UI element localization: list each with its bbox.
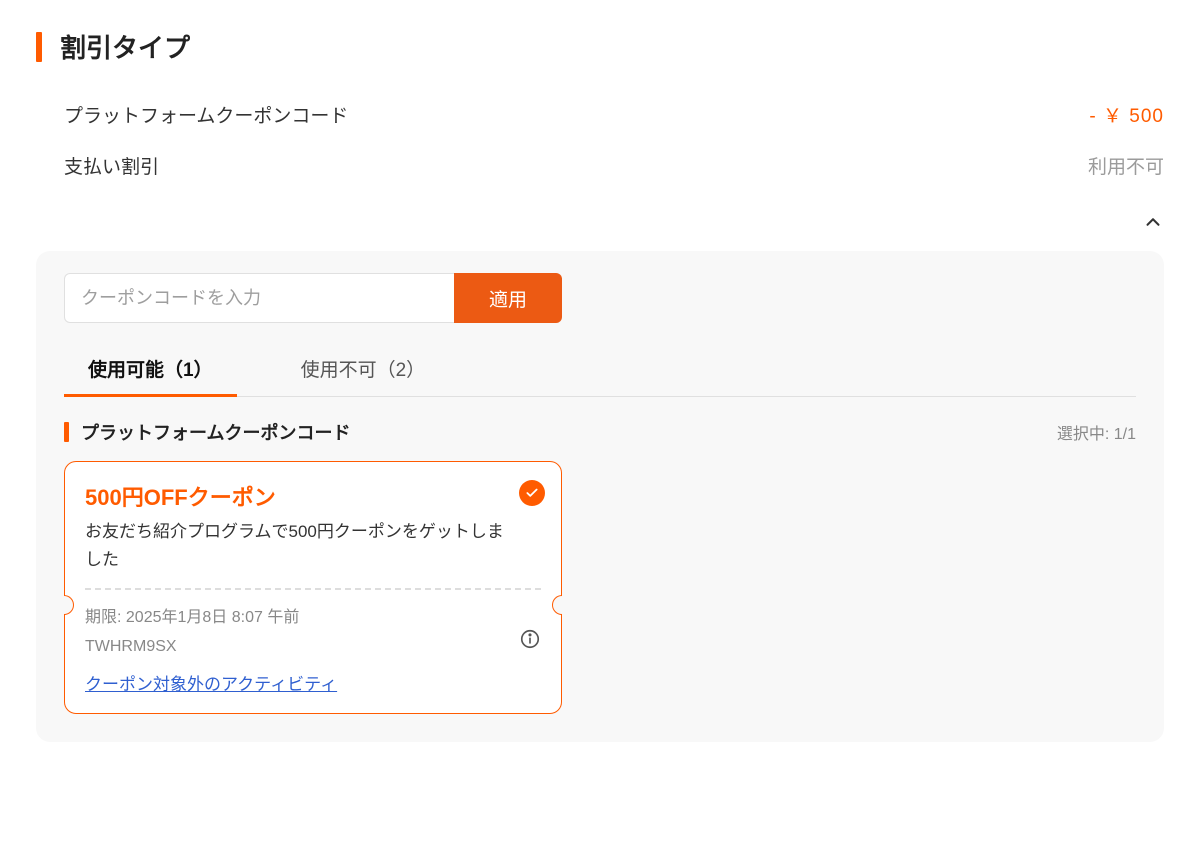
tab-available[interactable]: 使用可能（1） (64, 341, 237, 396)
exclusions-link[interactable]: クーポン対象外のアクティビティ (85, 670, 337, 695)
payment-discount-label: 支払い割引 (64, 152, 159, 179)
selected-count: 選択中: 1/1 (1057, 420, 1136, 444)
coupon-tabs: 使用可能（1） 使用不可（2） (64, 341, 1136, 397)
platform-coupon-label: プラットフォームクーポンコード (64, 101, 348, 128)
subheader-title: プラットフォームクーポンコード (81, 419, 350, 445)
coupon-top: 500円OFFクーポン お友だち紹介プログラムで500円クーポンをゲットしました (85, 480, 541, 590)
accent-bar-icon (64, 422, 69, 442)
coupon-card[interactable]: 500円OFFクーポン お友だち紹介プログラムで500円クーポンをゲットしました… (64, 461, 562, 714)
subheader-row: プラットフォームクーポンコード 選択中: 1/1 (64, 419, 1136, 445)
platform-coupon-value: - ￥ 500 (1089, 101, 1164, 128)
subheader: プラットフォームクーポンコード (64, 419, 350, 445)
chevron-up-icon[interactable] (1142, 211, 1164, 233)
tab-unavailable[interactable]: 使用不可（2） (277, 341, 450, 396)
section-title: 割引タイプ (60, 28, 190, 65)
coupon-title: 500円OFFクーポン (85, 480, 541, 512)
coupon-panel: 適用 使用可能（1） 使用不可（2） プラットフォームクーポンコード 選択中: … (36, 251, 1164, 742)
section-header: 割引タイプ (36, 28, 1164, 65)
checkmark-icon (519, 480, 545, 506)
payment-discount-row: 支払い割引 利用不可 (36, 140, 1164, 191)
platform-coupon-row: プラットフォームクーポンコード - ￥ 500 (36, 89, 1164, 140)
collapse-row (36, 191, 1164, 243)
coupon-input-row: 適用 (64, 273, 562, 323)
discount-section: 割引タイプ プラットフォームクーポンコード - ￥ 500 支払い割引 利用不可… (0, 0, 1200, 850)
coupon-bottom: 期限: 2025年1月8日 8:07 午前 TWHRM9SX クーポン対象外のア… (85, 590, 541, 695)
coupon-code: TWHRM9SX (85, 633, 541, 662)
coupon-expiry: 期限: 2025年1月8日 8:07 午前 (85, 604, 541, 633)
coupon-description: お友だち紹介プログラムで500円クーポンをゲットしました (85, 518, 541, 574)
apply-button[interactable]: 適用 (454, 273, 562, 323)
payment-discount-value: 利用不可 (1088, 152, 1164, 179)
coupon-code-input[interactable] (64, 273, 454, 323)
info-icon[interactable] (519, 628, 541, 650)
accent-bar-icon (36, 32, 42, 62)
